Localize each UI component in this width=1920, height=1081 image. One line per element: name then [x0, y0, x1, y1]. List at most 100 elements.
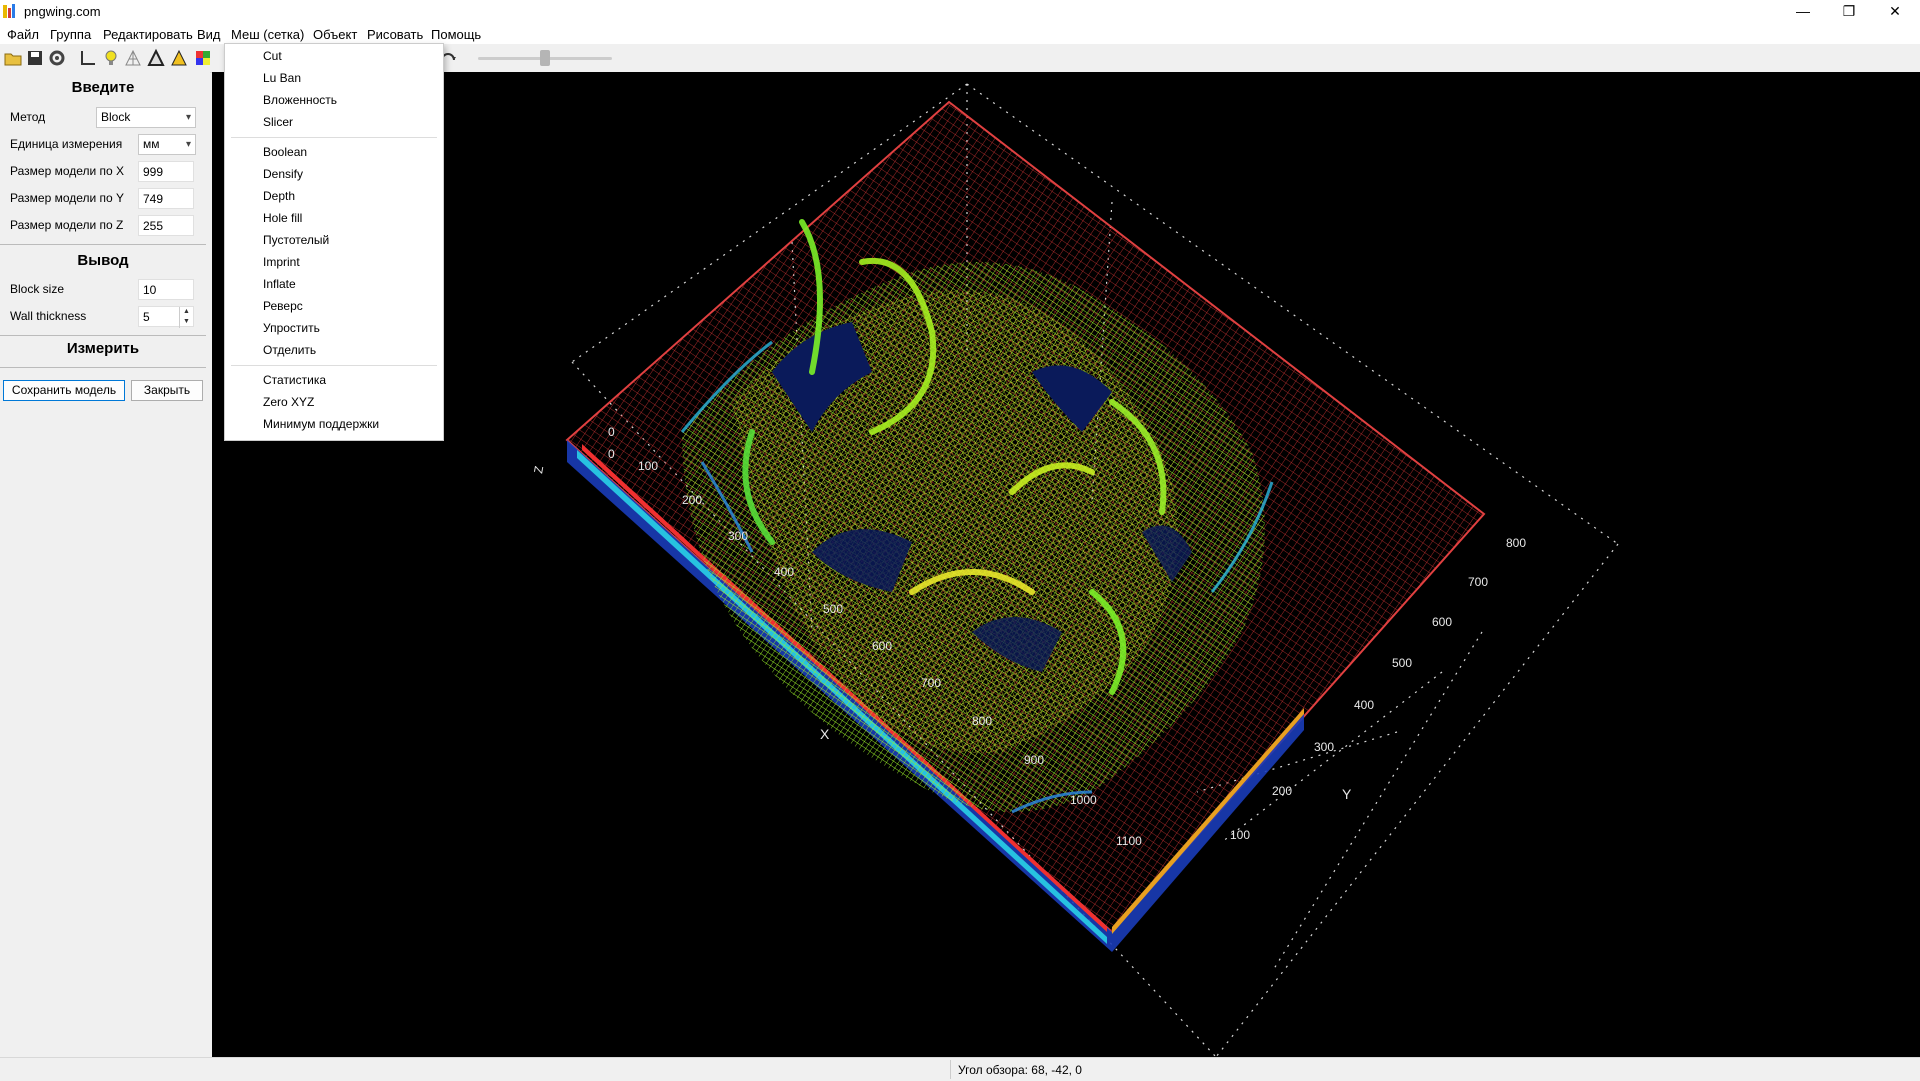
menu-item-hollow[interactable]: Пустотелый [263, 233, 329, 247]
menu-file[interactable]: Файл [7, 27, 39, 42]
menu-item-nesting[interactable]: Вложенность [263, 93, 337, 107]
x-tick-0: 0 [608, 425, 615, 439]
size-x-label: Размер модели по X [10, 164, 125, 178]
menu-item-hole-fill[interactable]: Hole fill [263, 211, 302, 225]
method-label: Метод [10, 110, 46, 124]
y-tick-700: 700 [1468, 575, 1488, 589]
divider [0, 244, 206, 245]
unit-label: Единица измерения [10, 137, 123, 151]
menu-item-min-support[interactable]: Минимум поддержки [263, 417, 379, 431]
menu-item-lu-ban[interactable]: Lu Ban [263, 71, 301, 85]
title-bar: pngwing.com — ❐ ✕ [0, 0, 1920, 24]
menu-item-statistics[interactable]: Статистика [263, 373, 326, 387]
size-y-label: Размер модели по Y [10, 191, 125, 205]
menu-item-simplify[interactable]: Упростить [263, 321, 320, 335]
wall-thickness-label: Wall thickness [10, 309, 87, 323]
x-tick-800: 800 [972, 714, 992, 728]
menu-item-depth[interactable]: Depth [263, 189, 295, 203]
input-section-title: Введите [71, 79, 135, 96]
menu-item-inflate[interactable]: Inflate [263, 277, 296, 291]
axis-icon[interactable] [78, 48, 98, 68]
menu-mesh[interactable]: Меш (сетка) [231, 27, 304, 42]
mesh-plot[interactable]: Z X Y 0 0 100 200 300 400 500 600 700 80… [212, 72, 1920, 1057]
spin-arrows-icon[interactable]: ▲ ▼ [179, 307, 193, 328]
unit-value: мм [143, 137, 160, 151]
mesh-dropdown-menu: Cut Lu Ban Вложенность Slicer Boolean De… [224, 43, 444, 441]
axis-x-label: X [820, 726, 830, 742]
warning-triangle-icon[interactable] [169, 48, 189, 68]
x-tick-500: 500 [823, 602, 843, 616]
x-tick-200: 200 [682, 493, 702, 507]
x-tick-1000: 1000 [1070, 793, 1097, 807]
app-logo-icon [3, 4, 15, 18]
size-z-field[interactable]: 255 [138, 215, 194, 236]
wall-thickness-stepper[interactable]: 5 ▲ ▼ [138, 306, 194, 328]
view-angle-status: Угол обзора: 68, -42, 0 [958, 1063, 1082, 1077]
y-tick-400: 400 [1354, 698, 1374, 712]
menu-item-zero-xyz[interactable]: Zero XYZ [263, 395, 314, 409]
size-x-field[interactable]: 999 [138, 161, 194, 182]
save-model-button[interactable]: Сохранить модель [3, 380, 125, 401]
close-window-button[interactable]: ✕ [1872, 0, 1918, 24]
gear-icon[interactable] [47, 48, 67, 68]
size-z-label: Размер модели по Z [10, 218, 124, 232]
save-icon[interactable] [25, 48, 45, 68]
triangle-icon[interactable] [146, 48, 166, 68]
y-tick-500: 500 [1392, 656, 1412, 670]
menu-item-separate[interactable]: Отделить [263, 343, 316, 357]
axis-z-label: Z [531, 465, 546, 475]
z-tick-0: 0 [608, 447, 615, 461]
menu-object[interactable]: Объект [313, 27, 357, 42]
menu-bar: Файл Группа Редактировать Вид Меш (сетка… [0, 24, 1920, 44]
y-tick-600: 600 [1432, 615, 1452, 629]
x-tick-600: 600 [872, 639, 892, 653]
menu-item-reverse[interactable]: Реверс [263, 299, 303, 313]
settings-panel: Введите Метод Block ▾ Единица измерения … [0, 72, 210, 1057]
block-size-label: Block size [10, 282, 65, 296]
x-tick-1100: 1100 [1116, 834, 1142, 848]
menu-edit[interactable]: Редактировать [103, 27, 193, 42]
x-tick-300: 300 [728, 529, 748, 543]
size-y-field[interactable]: 749 [138, 188, 194, 209]
wire-mesh-icon[interactable] [123, 48, 143, 68]
zoom-slider-thumb[interactable] [540, 50, 550, 66]
menu-item-boolean[interactable]: Boolean [263, 145, 307, 159]
bulb-icon[interactable] [101, 48, 121, 68]
menu-view[interactable]: Вид [197, 27, 221, 42]
menu-separator [231, 365, 437, 366]
y-tick-200: 200 [1272, 784, 1292, 798]
measure-section-title[interactable]: Измерить [0, 340, 206, 357]
menu-item-imprint[interactable]: Imprint [263, 255, 300, 269]
output-section-title: Вывод [77, 252, 129, 269]
color-grid-icon[interactable] [193, 48, 213, 68]
3d-viewport[interactable]: Z X Y 0 0 100 200 300 400 500 600 700 80… [212, 72, 1920, 1057]
menu-separator [231, 137, 437, 138]
method-select[interactable]: Block ▾ [96, 107, 196, 128]
y-tick-100: 100 [1230, 828, 1250, 842]
axis-y-label: Y [1342, 786, 1352, 802]
x-tick-900: 900 [1024, 753, 1044, 767]
chevron-down-icon: ▾ [185, 112, 191, 123]
chevron-down-icon: ▾ [185, 139, 191, 150]
minimize-button[interactable]: — [1780, 0, 1826, 24]
divider [0, 367, 206, 368]
window-title: pngwing.com [24, 4, 101, 19]
restore-button[interactable]: ❐ [1826, 0, 1872, 24]
menu-item-slicer[interactable]: Slicer [263, 115, 293, 129]
menu-item-densify[interactable]: Densify [263, 167, 303, 181]
x-tick-100: 100 [638, 459, 658, 473]
open-folder-icon[interactable] [3, 48, 23, 68]
x-tick-400: 400 [774, 565, 794, 579]
status-divider [950, 1060, 951, 1079]
menu-help[interactable]: Помощь [431, 27, 481, 42]
menu-draw[interactable]: Рисовать [367, 27, 423, 42]
method-value: Block [101, 110, 131, 124]
x-tick-700: 700 [921, 676, 941, 690]
unit-select[interactable]: мм ▾ [138, 134, 196, 155]
close-button[interactable]: Закрыть [131, 380, 203, 401]
y-tick-800: 800 [1506, 536, 1526, 550]
menu-item-cut[interactable]: Cut [263, 49, 282, 63]
block-size-field[interactable]: 10 [138, 279, 194, 300]
divider [0, 335, 206, 336]
menu-group[interactable]: Группа [50, 27, 91, 42]
